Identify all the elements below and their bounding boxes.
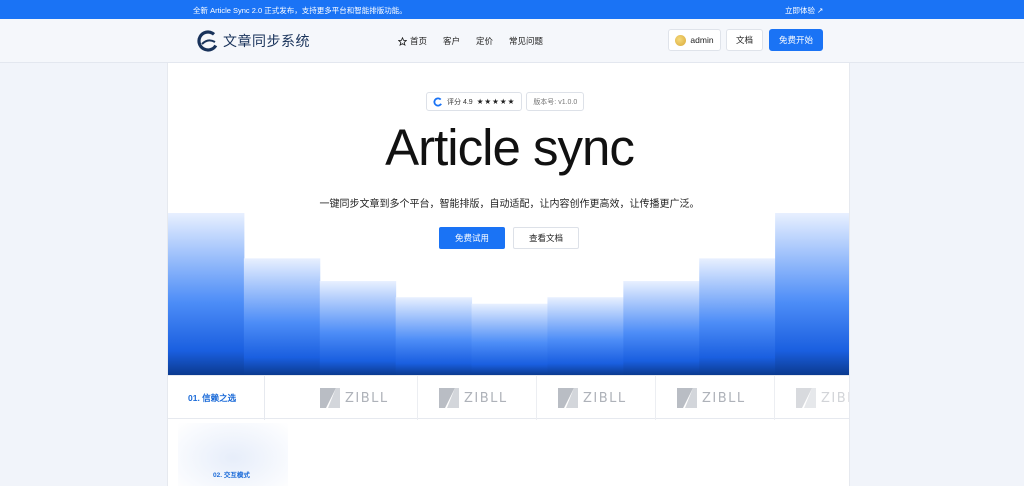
partner-logo-text: ZIBLL bbox=[583, 391, 627, 406]
main-menu: 首页 客户 定价 常见问题 bbox=[398, 35, 543, 47]
hero-subtitle: 一键同步文章到多个平台，智能排版，自动适配，让内容创作更高效，让传播更广泛。 bbox=[319, 199, 700, 210]
partner-logo-text: ZIBLL bbox=[345, 391, 389, 406]
gradient-bar bbox=[623, 281, 700, 375]
partner-logo: ZIBLL bbox=[775, 376, 850, 420]
hero-gradient-bars bbox=[168, 213, 849, 375]
menu-item-home[interactable]: 首页 bbox=[398, 35, 427, 47]
gradient-bar bbox=[775, 213, 849, 375]
gradient-bar bbox=[319, 281, 397, 375]
hero-badges: 评分 4.9 ★★★★★ 版本号: v1.0.0 bbox=[426, 92, 585, 111]
user-name: admin bbox=[690, 35, 714, 45]
zibll-logo-icon: ZIBLL bbox=[320, 388, 389, 408]
announcement-message: 全新 Article Sync 2.0 正式发布，支持更多平台和智能排版功能。 bbox=[193, 6, 407, 15]
menu-item-pricing[interactable]: 定价 bbox=[476, 35, 493, 47]
star-icon bbox=[398, 36, 407, 46]
zibll-logo-icon: ZIBLL bbox=[796, 388, 850, 408]
announcement-cta-link[interactable]: 立即体验 ↗ bbox=[785, 5, 823, 16]
partner-logo-text: ZIBLL bbox=[464, 391, 508, 406]
partner-logo: ZIBLL bbox=[656, 376, 775, 420]
partner-logo-text: ZIBLL bbox=[821, 391, 850, 406]
partner-logo-text: ZIBLL bbox=[702, 391, 746, 406]
hero-stage: 评分 4.9 ★★★★★ 版本号: v1.0.0 Article sync 一键… bbox=[167, 63, 850, 486]
gradient-bar bbox=[471, 303, 548, 375]
logo-mark-icon bbox=[197, 30, 219, 52]
version-badge: 版本号: v1.0.0 bbox=[526, 92, 585, 111]
partner-logo: ZIBLL bbox=[299, 376, 418, 420]
menu-item-label: 首页 bbox=[410, 36, 428, 46]
gradient-bar bbox=[699, 258, 776, 375]
rating-stars: ★★★★★ bbox=[476, 97, 516, 106]
zibll-logo-icon: ZIBLL bbox=[677, 388, 746, 408]
gradient-bar bbox=[395, 297, 473, 375]
logo-text: 文章同步系统 bbox=[223, 34, 310, 50]
start-free-button[interactable]: 免费开始 bbox=[769, 29, 823, 51]
partner-logo: ZIBLL bbox=[537, 376, 656, 420]
logo-mark-icon bbox=[433, 96, 443, 107]
trust-divider bbox=[264, 376, 265, 420]
user-menu-button[interactable]: admin bbox=[668, 29, 721, 51]
gradient-bar bbox=[547, 297, 624, 375]
trust-strip: 01. 信赖之选 ZIBLL ZIBLL ZIBLL ZIBLL ZIBLL bbox=[168, 375, 850, 420]
zibll-logo-icon: ZIBLL bbox=[558, 388, 627, 408]
hero-title: Article sync bbox=[385, 119, 635, 176]
site-logo[interactable]: 文章同步系统 bbox=[197, 29, 310, 53]
partner-logo: ZIBLL bbox=[418, 376, 537, 420]
rating-label: 评分 4.9 bbox=[447, 98, 473, 106]
rating-badge: 评分 4.9 ★★★★★ bbox=[426, 92, 523, 111]
menu-item-customers[interactable]: 客户 bbox=[443, 35, 460, 47]
gradient-bar bbox=[168, 213, 245, 375]
zibll-logo-icon: ZIBLL bbox=[439, 388, 508, 408]
menu-item-faq[interactable]: 常见问题 bbox=[509, 35, 543, 47]
section-interaction-label: 02. 交互模式 bbox=[213, 472, 250, 479]
announcement-bar: 全新 Article Sync 2.0 正式发布，支持更多平台和智能排版功能。 … bbox=[0, 0, 1024, 19]
docs-button[interactable]: 文档 bbox=[726, 29, 763, 51]
top-nav: 文章同步系统 首页 客户 定价 常见问题 admin 文档 免费开始 bbox=[0, 19, 1024, 63]
avatar bbox=[675, 34, 687, 46]
trust-label: 01. 信赖之选 bbox=[188, 393, 237, 403]
gradient-bar bbox=[243, 258, 321, 375]
